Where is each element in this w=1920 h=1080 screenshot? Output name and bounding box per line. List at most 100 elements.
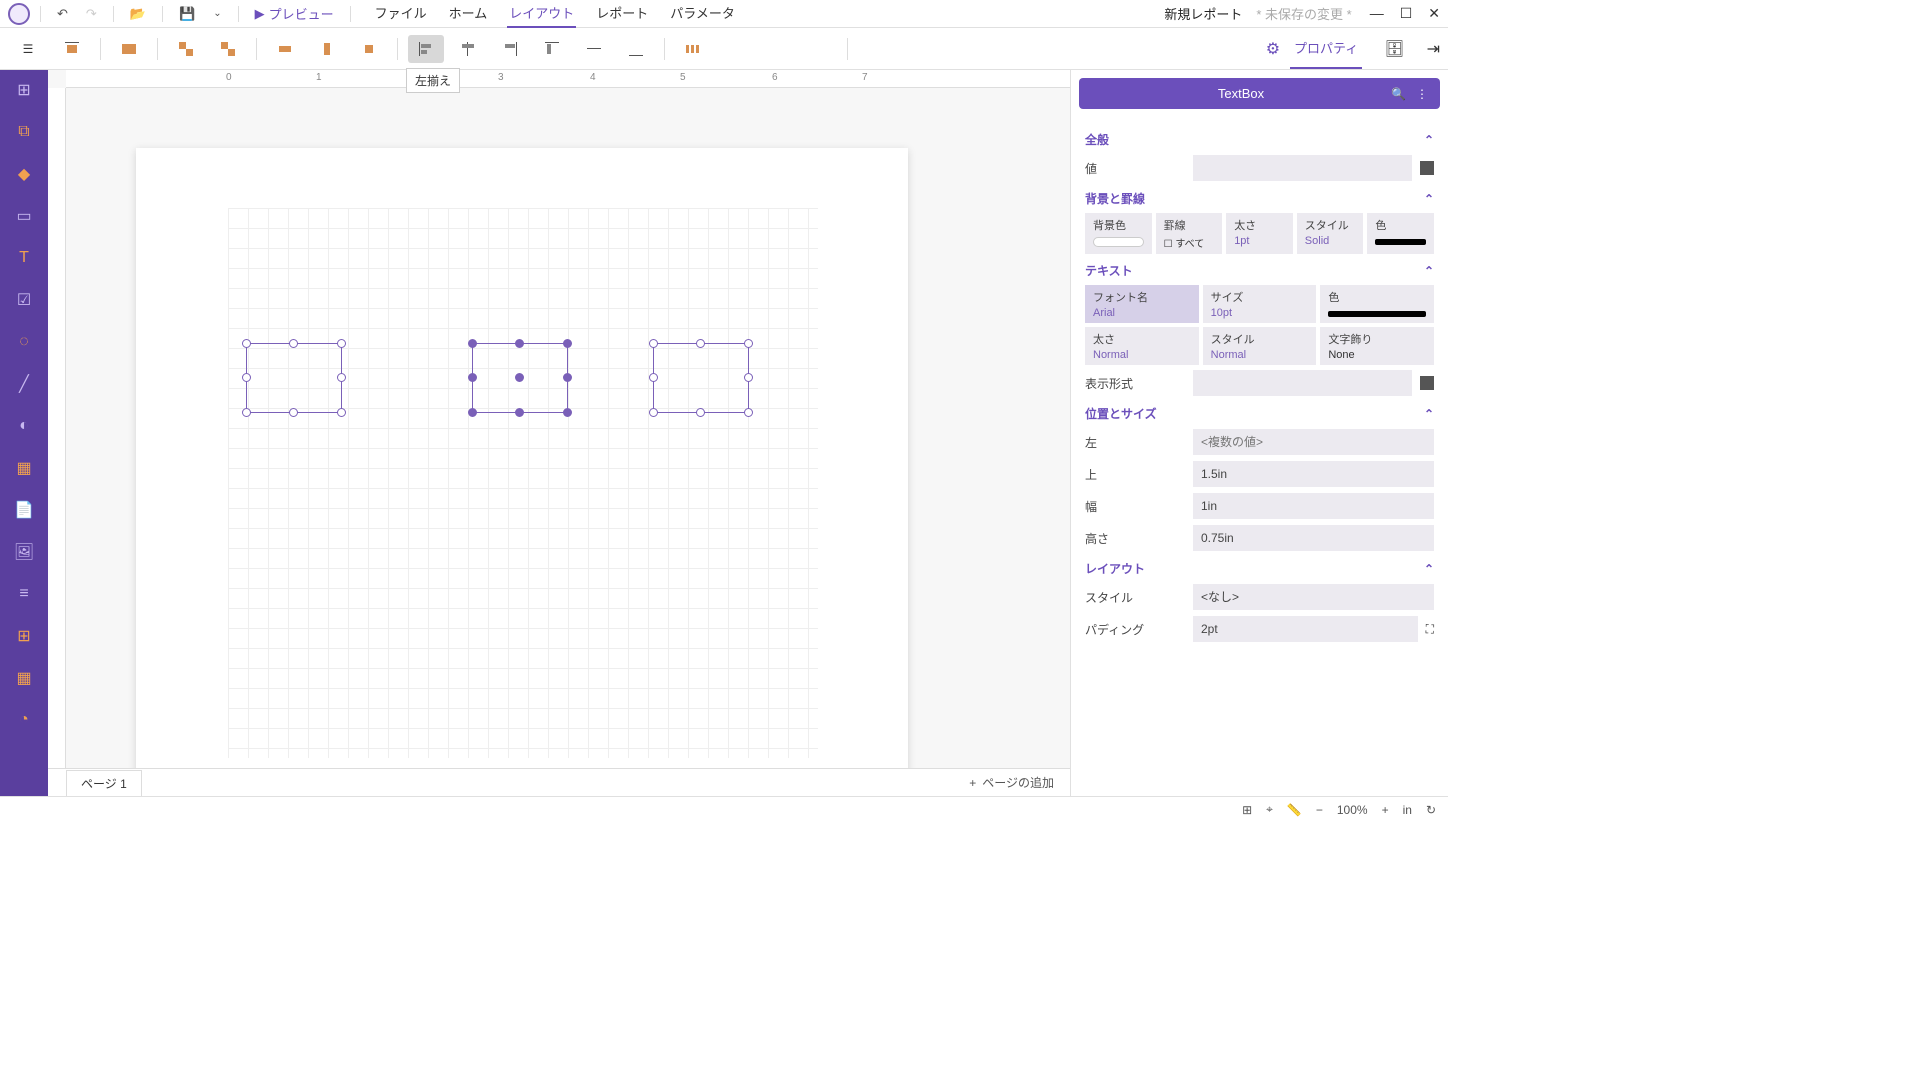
sidebar-explorer-icon[interactable]: ⊞: [12, 78, 36, 102]
font-deco-cell[interactable]: 文字飾り None: [1320, 327, 1434, 365]
font-size-cell[interactable]: サイズ 10pt: [1203, 285, 1317, 323]
page-tab-1[interactable]: ページ 1: [66, 770, 142, 796]
align-middle-button[interactable]: [576, 35, 612, 63]
sidebar-image-icon[interactable]: 🖼: [12, 540, 36, 564]
dist-4[interactable]: [801, 35, 837, 63]
align-tool-7[interactable]: [351, 35, 387, 63]
border-style-cell[interactable]: スタイル Solid: [1297, 213, 1364, 254]
align-tool-4[interactable]: [210, 35, 246, 63]
align-tool-6[interactable]: [309, 35, 345, 63]
open-button[interactable]: 📂: [124, 4, 152, 24]
close-button[interactable]: ✕: [1428, 5, 1440, 22]
section-general[interactable]: 全般⌃: [1085, 131, 1434, 148]
align-tool-5[interactable]: [267, 35, 303, 63]
more-icon[interactable]: ⋮: [1416, 87, 1428, 101]
width-input[interactable]: [1193, 493, 1434, 519]
value-input[interactable]: [1193, 155, 1412, 181]
status-refresh-icon[interactable]: ↻: [1426, 803, 1436, 817]
border-color-cell[interactable]: 色: [1367, 213, 1434, 254]
sidebar-page-icon[interactable]: 📄: [12, 498, 36, 522]
status-snap-icon[interactable]: ⌖: [1266, 802, 1273, 817]
status-grid-icon[interactable]: ⊞: [1242, 803, 1252, 817]
border-cell[interactable]: 罫線 ☐ すべて: [1156, 213, 1223, 254]
padding-input[interactable]: [1193, 616, 1418, 642]
dist-1[interactable]: [675, 35, 711, 63]
section-text[interactable]: テキスト⌃: [1085, 262, 1434, 279]
style-select[interactable]: <なし>: [1193, 584, 1434, 610]
add-page-button[interactable]: + ページの追加: [953, 774, 1070, 791]
align-tool-3[interactable]: [168, 35, 204, 63]
preview-button[interactable]: ▶ プレビュー: [249, 2, 340, 25]
dist-3[interactable]: [759, 35, 795, 63]
align-tool-1[interactable]: [54, 35, 90, 63]
height-input[interactable]: [1193, 525, 1434, 551]
font-weight-cell[interactable]: 太さ Normal: [1085, 327, 1199, 365]
properties-tab[interactable]: プロパティ: [1290, 28, 1362, 69]
status-ruler-icon[interactable]: 📏: [1287, 803, 1302, 817]
font-style-cell[interactable]: スタイル Normal: [1203, 327, 1317, 365]
section-layout[interactable]: レイアウト⌃: [1085, 560, 1434, 577]
app-logo[interactable]: [8, 3, 30, 25]
menu-file[interactable]: ファイル: [373, 0, 429, 28]
value-expand-button[interactable]: [1420, 161, 1434, 175]
sidebar-table-icon[interactable]: ⊞: [12, 624, 36, 648]
undo-button[interactable]: ↶: [51, 4, 74, 24]
align-bottom-button[interactable]: [618, 35, 654, 63]
font-color-cell[interactable]: 色: [1320, 285, 1434, 323]
dist-7[interactable]: [942, 35, 978, 63]
zoom-in-button[interactable]: +: [1382, 803, 1389, 817]
sidebar-container-icon[interactable]: ◐: [12, 414, 36, 438]
search-icon[interactable]: 🔍: [1391, 87, 1406, 101]
minimize-button[interactable]: —: [1370, 5, 1384, 22]
sidebar-shape-icon[interactable]: ◌: [12, 330, 36, 354]
dist-5[interactable]: [858, 35, 894, 63]
padding-expand-button[interactable]: ⛶: [1426, 622, 1434, 637]
sidebar-subreport-icon[interactable]: ▦: [12, 456, 36, 480]
save-button[interactable]: 💾: [173, 4, 201, 24]
top-input[interactable]: [1193, 461, 1434, 487]
save-dropdown[interactable]: ⌄: [207, 6, 227, 21]
dist-6[interactable]: [900, 35, 936, 63]
zoom-out-button[interactable]: −: [1316, 803, 1323, 817]
dist-2[interactable]: [717, 35, 753, 63]
sidebar-layers-icon[interactable]: ◆: [12, 162, 36, 186]
sidebar-line-icon[interactable]: ╱: [12, 372, 36, 396]
menu-home[interactable]: ホーム: [447, 0, 490, 28]
section-possize[interactable]: 位置とサイズ⌃: [1085, 405, 1434, 422]
align-tool-2[interactable]: [111, 35, 147, 63]
textbox-2[interactable]: [472, 343, 568, 413]
panel-toggle-icon[interactable]: ⇥: [1427, 39, 1440, 59]
sidebar-list-icon[interactable]: ≡: [12, 582, 36, 606]
border-width-cell[interactable]: 太さ 1pt: [1226, 213, 1293, 254]
align-left-button[interactable]: [408, 35, 444, 63]
menu-layout[interactable]: レイアウト: [507, 0, 576, 28]
props-gear-icon[interactable]: ⚙: [1266, 39, 1280, 59]
format-expand-button[interactable]: [1420, 376, 1434, 390]
bgcolor-cell[interactable]: 背景色: [1085, 213, 1152, 254]
report-page[interactable]: [136, 148, 908, 768]
left-input[interactable]: [1193, 429, 1434, 455]
menu-params[interactable]: パラメータ: [668, 0, 737, 28]
menu-report[interactable]: レポート: [594, 0, 650, 28]
design-surface[interactable]: [228, 208, 818, 758]
sidebar-text-icon[interactable]: T: [12, 246, 36, 270]
format-select[interactable]: [1193, 370, 1412, 396]
sidebar-group-icon[interactable]: ⧉: [12, 120, 36, 144]
dist-8[interactable]: [984, 35, 1020, 63]
align-center-h-button[interactable]: [450, 35, 486, 63]
align-top-button[interactable]: [534, 35, 570, 63]
font-name-cell[interactable]: フォント名 Arial: [1085, 285, 1199, 323]
textbox-1[interactable]: [246, 343, 342, 413]
unit-label[interactable]: in: [1403, 803, 1412, 817]
redo-button[interactable]: ↷: [80, 4, 103, 24]
textbox-3[interactable]: [653, 343, 749, 413]
data-icon[interactable]: 🗄: [1384, 39, 1404, 59]
sidebar-checkbox-icon[interactable]: ☑: [12, 288, 36, 312]
sidebar-data-icon[interactable]: ▭: [12, 204, 36, 228]
sidebar-matrix-icon[interactable]: ▦: [12, 666, 36, 690]
hamburger-button[interactable]: ☰: [10, 35, 46, 63]
maximize-button[interactable]: ☐: [1400, 5, 1413, 22]
align-right-button[interactable]: [492, 35, 528, 63]
sidebar-chart-icon[interactable]: ◔: [12, 708, 36, 732]
section-bgborder[interactable]: 背景と罫線⌃: [1085, 190, 1434, 207]
